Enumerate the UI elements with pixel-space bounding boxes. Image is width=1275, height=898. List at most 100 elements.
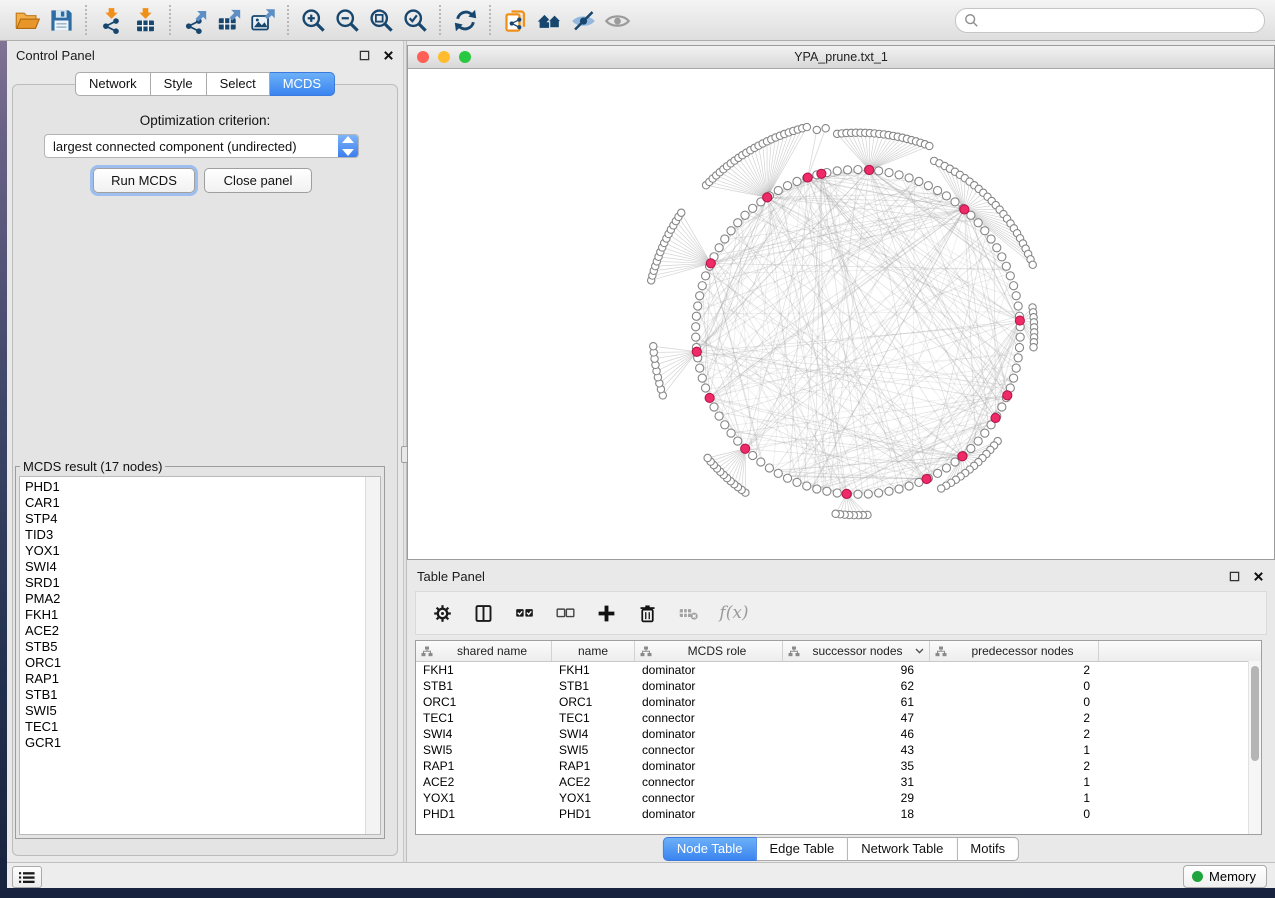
houses-icon[interactable] <box>532 4 566 36</box>
cell-role: connector <box>635 791 783 805</box>
tab-select[interactable]: Select <box>207 72 270 96</box>
deselect-all-icon[interactable] <box>553 601 577 625</box>
mcds-result-item[interactable]: SRD1 <box>25 575 380 591</box>
mcds-result-item[interactable]: TEC1 <box>25 719 380 735</box>
attribute-type-icon <box>788 646 800 657</box>
clear-table-icon[interactable] <box>676 601 700 625</box>
mcds-result-item[interactable]: FKH1 <box>25 607 380 623</box>
table-scrollbar-thumb[interactable] <box>1251 666 1259 761</box>
table-row[interactable]: PHD1PHD1dominator180 <box>416 806 1261 822</box>
copy-network-icon[interactable] <box>498 4 532 36</box>
table-row[interactable]: FKH1FKH1dominator962 <box>416 662 1261 678</box>
cell-predecessors: 2 <box>930 711 1099 725</box>
eye-icon[interactable] <box>600 4 634 36</box>
trash-icon[interactable] <box>635 601 659 625</box>
table-row[interactable]: SWI5SWI5connector431 <box>416 742 1261 758</box>
table-toolbar: f(x) <box>415 591 1267 635</box>
mcds-result-item[interactable]: SWI4 <box>25 559 380 575</box>
column-header-shared_name[interactable]: shared name <box>416 641 552 661</box>
cell-shared_name: SWI4 <box>416 727 552 741</box>
table-row[interactable]: SWI4SWI4dominator462 <box>416 726 1261 742</box>
table-tab-edge-table[interactable]: Edge Table <box>756 837 848 861</box>
search-box[interactable] <box>955 8 1265 33</box>
mcds-result-item[interactable]: RAP1 <box>25 671 380 687</box>
cell-name: FKH1 <box>552 663 635 677</box>
add-icon[interactable] <box>594 601 618 625</box>
export-network-icon[interactable] <box>178 4 212 36</box>
select-all-icon[interactable] <box>512 601 536 625</box>
function-icon[interactable]: f(x) <box>717 601 751 625</box>
tab-mcds[interactable]: MCDS <box>270 72 335 96</box>
network-canvas[interactable] <box>408 69 1274 559</box>
tab-style[interactable]: Style <box>151 72 207 96</box>
search-input[interactable] <box>984 12 1256 29</box>
table-row[interactable]: RAP1RAP1dominator352 <box>416 758 1261 774</box>
close-panel-icon[interactable] <box>381 48 395 62</box>
float-panel-icon[interactable] <box>357 48 371 62</box>
eye-slash-icon[interactable] <box>566 4 600 36</box>
optimization-criterion-select[interactable]: largest connected component (undirected) <box>44 134 359 158</box>
column-header-successors[interactable]: successor nodes <box>783 641 930 661</box>
table-tab-node-table[interactable]: Node Table <box>663 837 757 861</box>
float-table-panel-icon[interactable] <box>1227 569 1241 583</box>
table-scrollbar[interactable] <box>1248 661 1261 834</box>
cell-shared_name: TEC1 <box>416 711 552 725</box>
mcds-result-item[interactable]: TID3 <box>25 527 380 543</box>
attribute-type-icon <box>640 646 652 657</box>
table-row[interactable]: ORC1ORC1dominator610 <box>416 694 1261 710</box>
export-table-icon[interactable] <box>212 4 246 36</box>
network-graph[interactable] <box>408 69 1274 559</box>
network-window-title: YPA_prune.txt_1 <box>408 50 1274 64</box>
column-header-name[interactable]: name <box>552 641 635 661</box>
mcds-result-item[interactable]: PHD1 <box>25 479 380 495</box>
import-network-icon[interactable] <box>94 4 128 36</box>
network-window-titlebar[interactable]: YPA_prune.txt_1 <box>408 46 1274 69</box>
optimization-criterion-label: Optimization criterion: <box>7 113 403 128</box>
mcds-result-item[interactable]: YOX1 <box>25 543 380 559</box>
mcds-result-item[interactable]: SWI5 <box>25 703 380 719</box>
cell-role: dominator <box>635 663 783 677</box>
folder-open-icon[interactable] <box>10 4 44 36</box>
gear-icon[interactable] <box>430 601 454 625</box>
zoom-selected-icon[interactable] <box>398 4 432 36</box>
column-header-predecessors[interactable]: predecessor nodes <box>930 641 1099 661</box>
mcds-result-item[interactable]: STB1 <box>25 687 380 703</box>
cell-successors: 61 <box>783 695 930 709</box>
cell-name: ORC1 <box>552 695 635 709</box>
task-history-button[interactable] <box>12 866 42 888</box>
save-icon[interactable] <box>44 4 78 36</box>
mcds-result-item[interactable]: PMA2 <box>25 591 380 607</box>
columns-icon[interactable] <box>471 601 495 625</box>
import-table-icon[interactable] <box>128 4 162 36</box>
close-panel-button[interactable]: Close panel <box>204 168 312 193</box>
table-tab-network-table[interactable]: Network Table <box>848 837 957 861</box>
tab-network[interactable]: Network <box>75 72 151 96</box>
mcds-result-item[interactable]: ORC1 <box>25 655 380 671</box>
zoom-fit-icon[interactable] <box>364 4 398 36</box>
export-image-icon[interactable] <box>246 4 280 36</box>
refresh-icon[interactable] <box>448 4 482 36</box>
mcds-result-item[interactable]: GCR1 <box>25 735 380 751</box>
mcds-result-item[interactable]: STB5 <box>25 639 380 655</box>
table-row[interactable]: TEC1TEC1connector472 <box>416 710 1261 726</box>
table-tab-motifs[interactable]: Motifs <box>957 837 1019 861</box>
column-header-role[interactable]: MCDS role <box>635 641 783 661</box>
run-mcds-button[interactable]: Run MCDS <box>93 168 195 193</box>
memory-button[interactable]: Memory <box>1183 865 1267 888</box>
table-row[interactable]: STB1STB1dominator620 <box>416 678 1261 694</box>
cell-shared_name: YOX1 <box>416 791 552 805</box>
cell-role: dominator <box>635 679 783 693</box>
mcds-result-list[interactable]: PHD1CAR1STP4TID3YOX1SWI4SRD1PMA2FKH1ACE2… <box>19 476 381 835</box>
cell-predecessors: 1 <box>930 791 1099 805</box>
cell-successors: 35 <box>783 759 930 773</box>
mcds-result-item[interactable]: STP4 <box>25 511 380 527</box>
mcds-result-item[interactable]: ACE2 <box>25 623 380 639</box>
close-table-panel-icon[interactable] <box>1251 569 1265 583</box>
table-row[interactable]: YOX1YOX1connector291 <box>416 790 1261 806</box>
mcds-result-item[interactable]: CAR1 <box>25 495 380 511</box>
zoom-out-icon[interactable] <box>330 4 364 36</box>
table-row[interactable]: ACE2ACE2connector311 <box>416 774 1261 790</box>
cell-name: RAP1 <box>552 759 635 773</box>
mcds-list-scrollbar[interactable] <box>365 477 380 834</box>
zoom-in-icon[interactable] <box>296 4 330 36</box>
